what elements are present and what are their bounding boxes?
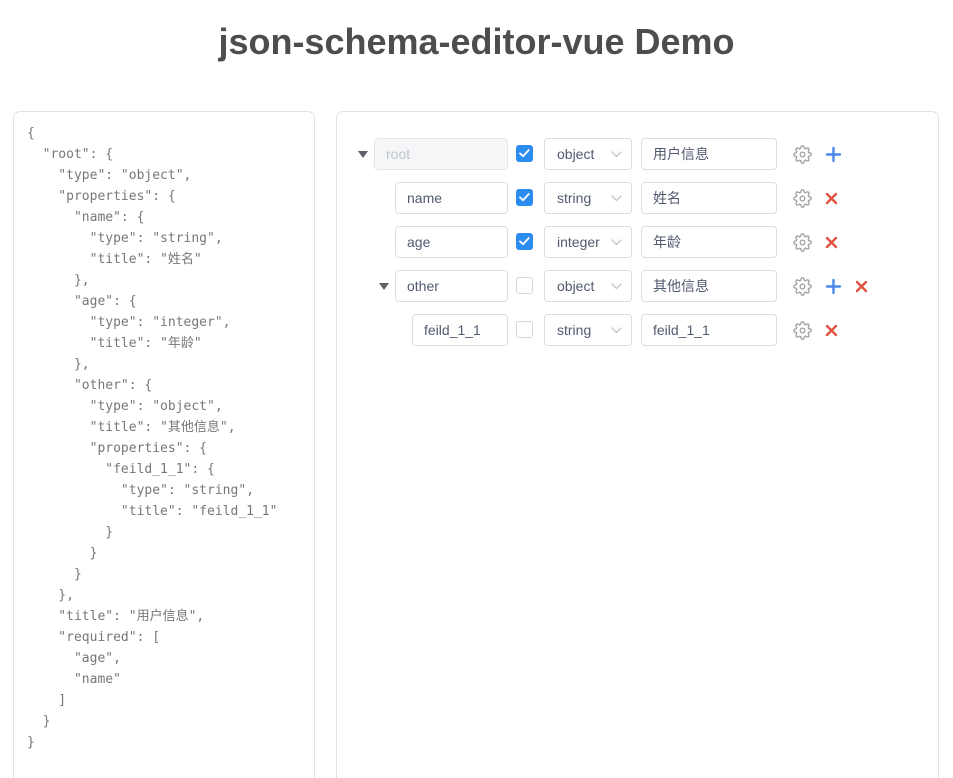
schema-row: integer	[337, 226, 938, 258]
field-title-input[interactable]	[641, 270, 777, 302]
field-name-input[interactable]	[395, 182, 508, 214]
chevron-down-icon	[611, 327, 622, 334]
row-actions	[793, 314, 838, 346]
remove-cross-icon[interactable]	[825, 236, 838, 249]
field-title-input[interactable]	[641, 314, 777, 346]
settings-gear-icon[interactable]	[793, 321, 812, 340]
type-select[interactable]: integer	[544, 226, 632, 258]
type-select[interactable]: string	[544, 182, 632, 214]
field-title-input[interactable]	[641, 138, 777, 170]
chevron-down-icon	[611, 151, 622, 158]
type-select[interactable]: object	[544, 138, 632, 170]
remove-cross-icon[interactable]	[825, 192, 838, 205]
page: json-schema-editor-vue Demo { "root": { …	[0, 0, 953, 778]
remove-cross-icon[interactable]	[855, 280, 868, 293]
json-code-panel: { "root": { "type": "object", "propertie…	[13, 111, 315, 778]
page-title: json-schema-editor-vue Demo	[0, 20, 953, 64]
schema-editor-panel: object	[336, 111, 939, 778]
type-select-value: object	[557, 278, 594, 294]
schema-row: string	[337, 182, 938, 214]
settings-gear-icon[interactable]	[793, 189, 812, 208]
schema-row: object	[337, 138, 938, 170]
checkmark-icon	[519, 193, 530, 202]
type-select-value: integer	[557, 234, 600, 250]
row-actions	[793, 182, 838, 214]
collapse-triangle-icon[interactable]	[379, 283, 389, 290]
schema-row: object	[337, 270, 938, 302]
type-select[interactable]: object	[544, 270, 632, 302]
chevron-down-icon	[611, 239, 622, 246]
checkmark-icon	[519, 237, 530, 246]
json-code: { "root": { "type": "object", "propertie…	[14, 112, 314, 764]
add-child-plus-icon[interactable]	[825, 146, 842, 163]
field-title-input[interactable]	[641, 182, 777, 214]
required-checkbox[interactable]	[516, 277, 533, 294]
row-actions	[793, 270, 868, 302]
required-checkbox[interactable]	[516, 189, 533, 206]
field-name-input[interactable]	[374, 138, 508, 170]
remove-cross-icon[interactable]	[825, 324, 838, 337]
type-select-value: string	[557, 190, 591, 206]
field-name-input[interactable]	[395, 270, 508, 302]
schema-rows: object	[337, 112, 938, 346]
chevron-down-icon	[611, 195, 622, 202]
field-name-input[interactable]	[412, 314, 508, 346]
settings-gear-icon[interactable]	[793, 233, 812, 252]
settings-gear-icon[interactable]	[793, 145, 812, 164]
required-checkbox[interactable]	[516, 233, 533, 250]
add-child-plus-icon[interactable]	[825, 278, 842, 295]
type-select-value: string	[557, 322, 591, 338]
required-checkbox[interactable]	[516, 145, 533, 162]
schema-row: string	[337, 314, 938, 346]
settings-gear-icon[interactable]	[793, 277, 812, 296]
row-actions	[793, 226, 838, 258]
chevron-down-icon	[611, 283, 622, 290]
field-title-input[interactable]	[641, 226, 777, 258]
type-select[interactable]: string	[544, 314, 632, 346]
field-name-input[interactable]	[395, 226, 508, 258]
type-select-value: object	[557, 146, 594, 162]
checkmark-icon	[519, 149, 530, 158]
collapse-triangle-icon[interactable]	[358, 151, 368, 158]
row-actions	[793, 138, 842, 170]
required-checkbox[interactable]	[516, 321, 533, 338]
